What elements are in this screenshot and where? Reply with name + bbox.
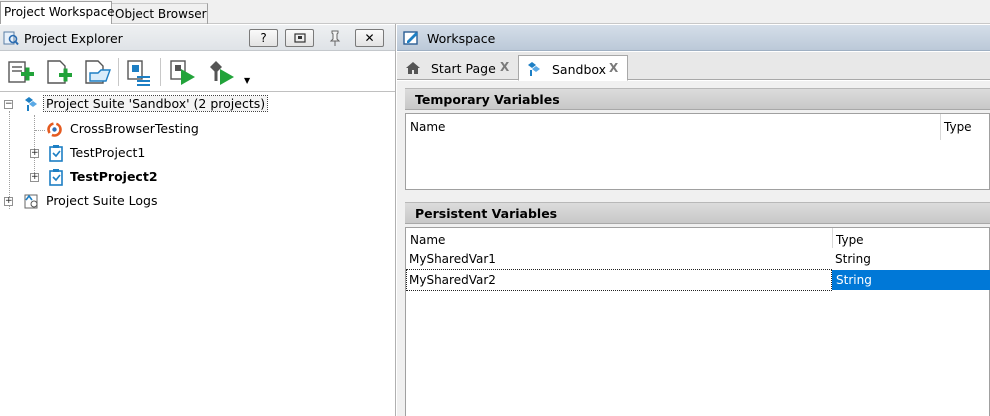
run-project-icon[interactable] [168, 57, 198, 87]
column-header-type[interactable]: Type [836, 233, 864, 247]
tab-project-workspace[interactable]: Project Workspace [0, 1, 114, 24]
variable-name-cell[interactable]: MySharedVar2 [406, 269, 832, 291]
expand-toggle[interactable]: + [4, 197, 13, 206]
project-icon [49, 169, 63, 186]
tree-item-testproject1[interactable]: + TestProject1 [0, 142, 395, 164]
tree-item-label: Project Suite 'Sandbox' (2 projects) [42, 95, 269, 112]
variables-editor: Temporary Variables Name Type Persistent… [397, 81, 990, 416]
home-icon [406, 62, 420, 74]
project-icon [49, 145, 63, 162]
toolbar-separator [118, 58, 119, 86]
column-divider [832, 228, 833, 248]
workspace-header: Workspace [397, 25, 990, 51]
table-row-selected[interactable]: MySharedVar2 String [406, 269, 990, 291]
logs-icon [24, 194, 38, 209]
column-header-name[interactable]: Name [410, 233, 445, 247]
help-button[interactable]: ? [249, 29, 278, 47]
close-tab-icon[interactable]: X [500, 60, 509, 74]
tree-item-project-suite-logs[interactable]: + Project Suite Logs [0, 190, 395, 212]
project-explorer-panel: Project Explorer ? ✕ ▼ − Project Suite '… [0, 24, 396, 416]
project-explorer-icon [3, 31, 19, 46]
tab-start-page[interactable]: Start Page X [401, 55, 517, 80]
project-suite-icon [528, 62, 540, 76]
tree-item-crossbrowsertesting[interactable]: CrossBrowserTesting [0, 118, 395, 140]
document-tab-strip: Start Page X Sandbox X [397, 52, 990, 81]
column-divider [940, 114, 941, 140]
column-header-type[interactable]: Type [944, 120, 972, 134]
open-existing-icon[interactable] [82, 57, 112, 87]
persistent-variables-header[interactable]: Persistent Variables [405, 202, 990, 224]
close-panel-button[interactable]: ✕ [355, 29, 384, 47]
expand-toggle[interactable]: + [30, 149, 39, 158]
workspace-icon [403, 31, 418, 45]
variable-type-cell-selected[interactable]: String [832, 270, 990, 290]
pin-icon[interactable] [327, 29, 343, 47]
run-project-suite-icon[interactable] [206, 57, 236, 87]
tab-label: Sandbox [552, 62, 607, 77]
panel-title: Project Explorer [24, 31, 123, 46]
temporary-variables-header[interactable]: Temporary Variables [405, 88, 990, 110]
tree-item-project-suite[interactable]: − Project Suite 'Sandbox' (2 projects) [0, 93, 395, 115]
project-suite-properties-icon[interactable] [124, 57, 154, 87]
tree-item-label: TestProject2 [70, 169, 158, 184]
run-dropdown-arrow-icon[interactable]: ▼ [244, 76, 250, 85]
restore-icon [293, 33, 306, 43]
tab-label: Start Page [431, 61, 496, 76]
expand-toggle[interactable]: + [30, 173, 39, 182]
tab-object-browser[interactable]: Object Browser [112, 3, 208, 24]
workspace-panel: Workspace Start Page X Sandbox X Tempora… [397, 24, 990, 416]
temporary-variables-grid[interactable]: Name Type [405, 113, 990, 190]
close-tab-icon[interactable]: X [609, 61, 618, 75]
tree-item-testproject2[interactable]: + TestProject2 [0, 166, 395, 188]
variable-type-cell[interactable]: String [835, 252, 871, 266]
restore-button[interactable] [285, 29, 314, 47]
add-new-project-icon[interactable] [44, 57, 74, 87]
add-new-item-icon[interactable] [6, 57, 36, 87]
column-header-name[interactable]: Name [410, 120, 445, 134]
tree-item-label: CrossBrowserTesting [70, 121, 199, 136]
toolbar-separator [160, 58, 161, 86]
project-explorer-header: Project Explorer ? ✕ [0, 25, 395, 51]
project-suite-icon [25, 97, 37, 111]
tree-item-label: Project Suite Logs [46, 193, 158, 208]
explorer-toolbar: ▼ [0, 52, 395, 92]
workspace-title: Workspace [427, 31, 496, 46]
collapse-toggle[interactable]: − [4, 100, 13, 109]
table-row[interactable]: MySharedVar1 String [406, 249, 990, 270]
persistent-variables-grid[interactable]: Name Type MySharedVar1 String MySharedVa… [405, 227, 990, 416]
crossbrowsertesting-icon [47, 122, 62, 137]
variable-name-cell[interactable]: MySharedVar1 [409, 252, 496, 266]
top-tab-strip: Project Workspace Object Browser [0, 0, 990, 24]
tab-sandbox[interactable]: Sandbox X [518, 55, 628, 81]
tree-item-label: TestProject1 [70, 145, 146, 160]
